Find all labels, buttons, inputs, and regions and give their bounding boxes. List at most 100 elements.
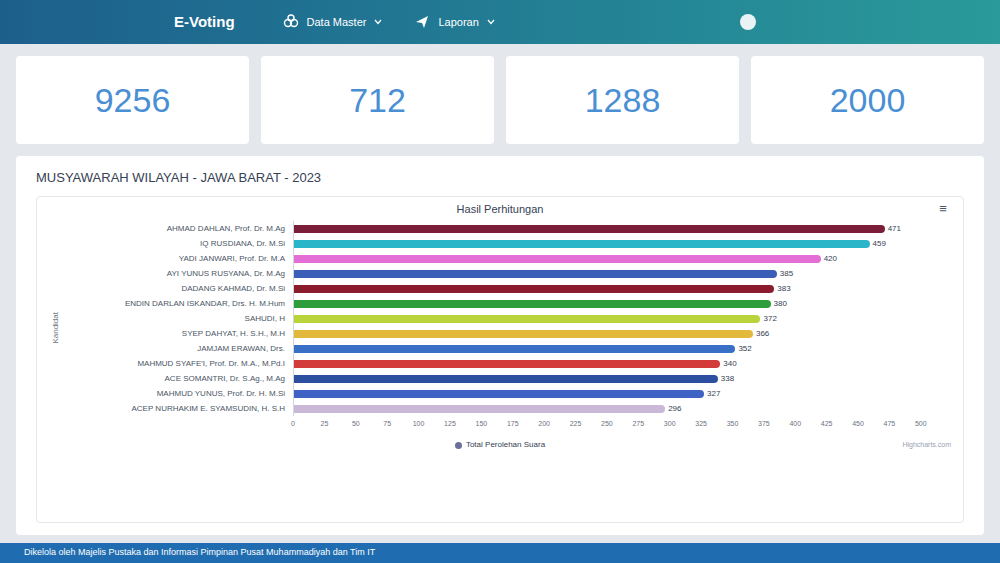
plot-track: 372 — [294, 311, 921, 326]
bar-row: IQ RUSDIANA, Dr. M.Si459 — [63, 236, 951, 251]
chart-rows: AHMAD DAHLAN, Prof. Dr. M.Ag 471IQ RUSDIA… — [63, 221, 951, 435]
bar[interactable] — [294, 390, 704, 398]
bar-value-label: 459 — [873, 238, 886, 250]
tick-label: 400 — [789, 419, 801, 430]
tick-label: 425 — [821, 419, 833, 430]
bar-row: MAHMUD SYAFE'I, Prof. Dr. M.A., M.Pd.I 34… — [63, 356, 951, 371]
bar-row: SAHUDI, H 372 — [63, 311, 951, 326]
plot-track: 366 — [294, 326, 921, 341]
plot-track: 327 — [294, 386, 921, 401]
bar-fill — [294, 240, 870, 248]
y-axis-title-box: Kandidat — [49, 221, 63, 435]
chart-footer: Total Perolehan Suara Highcharts.com — [49, 439, 951, 451]
bar[interactable] — [294, 255, 821, 263]
plot-track: 352 — [294, 341, 921, 356]
plot-row: 380 — [293, 296, 951, 311]
bar-row: AYI YUNUS RUSYANA, Dr. M.Ag 385 — [63, 266, 951, 281]
bar-fill — [294, 255, 821, 263]
tick-label: 125 — [444, 419, 456, 430]
tick-label: 250 — [601, 419, 613, 430]
bar[interactable] — [294, 375, 718, 383]
plot-row: 338 — [293, 371, 951, 386]
chevron-down-icon — [374, 19, 382, 25]
footer-text: Dikelola oleh Majelis Pustaka dan Inform… — [24, 546, 375, 560]
category-label: ACEP NURHAKIM E. SYAMSUDIN, H. S.H — [63, 403, 293, 415]
tick-label: 225 — [570, 419, 582, 430]
user-avatar[interactable] — [740, 14, 756, 30]
tick-label: 500 — [915, 419, 927, 430]
database-icon — [283, 14, 299, 30]
plot-row: 366 — [293, 326, 951, 341]
category-label: MAHMUD SYAFE'I, Prof. Dr. M.A., M.Pd.I — [63, 358, 293, 370]
plot-track: 380 — [294, 296, 921, 311]
tick-label: 0 — [291, 419, 295, 430]
plot-row: 340 — [293, 356, 951, 371]
bar-value-label: 385 — [780, 268, 793, 280]
bar[interactable] — [294, 270, 777, 278]
bar[interactable] — [294, 285, 774, 293]
bar-value-label: 383 — [777, 283, 790, 295]
chart-credit[interactable]: Highcharts.com — [902, 440, 951, 451]
bar[interactable] — [294, 240, 870, 248]
bar-value-label: 471 — [888, 223, 901, 235]
bar-fill — [294, 315, 760, 323]
plot-track: 338 — [294, 371, 921, 386]
bar[interactable] — [294, 405, 665, 413]
plot-row: 385 — [293, 266, 951, 281]
bar-fill — [294, 300, 771, 308]
bar-row: ACE SOMANTRI, Dr. S.Ag., M.Ag338 — [63, 371, 951, 386]
category-label: AHMAD DAHLAN, Prof. Dr. M.Ag — [63, 223, 293, 235]
plot-row: 352 — [293, 341, 951, 356]
nav-menu-label[interactable]: Data Master — [307, 14, 367, 31]
stat-value: 1288 — [585, 83, 661, 117]
plot-row: 372 — [293, 311, 951, 326]
bar[interactable] — [294, 330, 753, 338]
bar[interactable] — [294, 315, 760, 323]
nav-menu[interactable]: Laporan — [414, 14, 494, 31]
bar-value-label: 352 — [738, 343, 751, 355]
tick-label: 175 — [507, 419, 519, 430]
bar-fill — [294, 375, 718, 383]
bar[interactable] — [294, 345, 735, 353]
stat-card: 2000 — [751, 56, 984, 144]
legend-label: Total Perolehan Suara — [466, 439, 545, 451]
category-label: AYI YUNUS RUSYANA, Dr. M.Ag — [63, 268, 293, 280]
bar-value-label: 338 — [721, 373, 734, 385]
bar[interactable] — [294, 300, 771, 308]
tick-label: 350 — [727, 419, 739, 430]
chart-menu-button[interactable]: ≡ — [935, 202, 951, 215]
chart-card: MUSYAWARAH WILAYAH - JAWA BARAT - 2023Ha… — [16, 156, 984, 535]
bar-row: DADANG KAHMAD, Dr. M.Si383 — [63, 281, 951, 296]
tick-label: 75 — [383, 419, 391, 430]
tick-label: 150 — [476, 419, 488, 430]
chart-body: Kandidat AHMAD DAHLAN, Prof. Dr. M.Ag 471I… — [49, 221, 951, 435]
bar-value-label: 340 — [723, 358, 736, 370]
x-ticks: 0255075100125150175200225250275300325350… — [293, 419, 921, 430]
bar[interactable] — [294, 225, 885, 233]
nav-menu[interactable]: Data Master — [283, 14, 383, 31]
plot-track: 471 — [294, 221, 921, 236]
tick-label: 25 — [321, 419, 329, 430]
y-axis-title: Kandidat — [50, 312, 62, 344]
brand[interactable]: E-Voting — [174, 11, 235, 34]
legend-item[interactable]: Total Perolehan Suara — [455, 439, 545, 451]
bar-row: ENDIN DARLAN ISKANDAR, Drs. H. M.Hum 380 — [63, 296, 951, 311]
bar-fill — [294, 405, 665, 413]
category-label: ENDIN DARLAN ISKANDAR, Drs. H. M.Hum — [63, 298, 293, 310]
category-label: JAMJAM ERAWAN, Drs. — [63, 343, 293, 355]
legend-marker — [455, 442, 462, 449]
category-label: YADI JANWARI, Prof. Dr. M.A — [63, 253, 293, 265]
category-label: SAHUDI, H — [63, 313, 293, 325]
plot-row: 327 — [293, 386, 951, 401]
bar-row: AHMAD DAHLAN, Prof. Dr. M.Ag 471 — [63, 221, 951, 236]
bar-value-label: 380 — [774, 298, 787, 310]
bar[interactable] — [294, 360, 720, 368]
plot-row: 296 — [293, 401, 951, 416]
bar-fill — [294, 360, 720, 368]
nav-menu-label[interactable]: Laporan — [438, 14, 478, 31]
bar-fill — [294, 330, 753, 338]
tick-label: 450 — [852, 419, 864, 430]
category-label: SYEP DAHYAT, H. S.H., M.H — [63, 328, 293, 340]
x-axis-plot: 0255075100125150175200225250275300325350… — [293, 419, 951, 430]
bar-value-label: 372 — [763, 313, 776, 325]
